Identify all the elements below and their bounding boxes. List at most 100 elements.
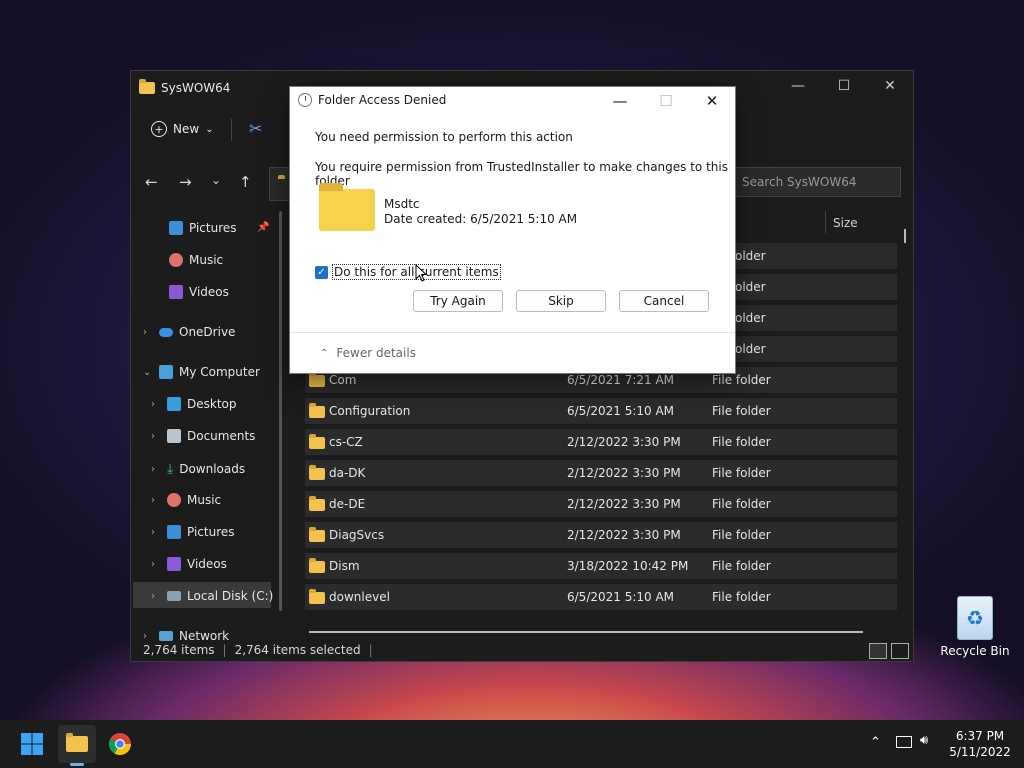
nav-item-videos[interactable]: › Videos xyxy=(151,557,227,571)
table-row[interactable]: Configuration 6/5/2021 5:10 AM File fold… xyxy=(305,398,897,424)
nav-item-music[interactable]: Music xyxy=(169,253,223,267)
taskbar-file-explorer[interactable] xyxy=(58,725,96,763)
row-type: File folder xyxy=(712,466,771,480)
volume-icon[interactable]: 🔊︎ xyxy=(920,733,928,748)
large-icons-view-icon[interactable] xyxy=(891,643,909,659)
nav-scrollbar[interactable] xyxy=(279,211,282,611)
computer-icon xyxy=(159,365,173,379)
cut-icon[interactable]: ✂ xyxy=(249,119,262,138)
nav-item-my-computer[interactable]: ⌄ My Computer xyxy=(143,365,260,379)
chevron-down-icon[interactable]: ⌄ xyxy=(143,367,153,378)
row-type: File folder xyxy=(712,528,771,542)
start-button[interactable] xyxy=(16,728,48,760)
content-scrollbar[interactable] xyxy=(904,229,906,243)
nav-label: Videos xyxy=(189,285,229,299)
row-type: older xyxy=(735,249,766,263)
recent-chevron-icon[interactable]: ⌄ xyxy=(211,173,221,187)
fewer-details-toggle[interactable]: ⌃ Fewer details xyxy=(320,346,416,360)
table-row[interactable]: de-DE 2/12/2022 3:30 PM File folder xyxy=(305,491,897,517)
chevron-right-icon[interactable]: › xyxy=(151,495,161,506)
chevron-right-icon[interactable]: › xyxy=(151,527,161,538)
pin-icon[interactable]: 📌 xyxy=(257,222,269,233)
folder-icon xyxy=(309,434,325,449)
folder-icon xyxy=(66,733,88,752)
nav-item-downloads[interactable]: › ⤓ Downloads xyxy=(151,461,245,477)
maximize-button[interactable]: ☐ xyxy=(821,71,867,101)
nav-item-documents[interactable]: › Documents xyxy=(151,429,255,443)
item-date-created: Date created: 6/5/2021 5:10 AM xyxy=(384,212,578,226)
row-date: 3/18/2022 10:42 PM xyxy=(567,559,689,573)
folder-icon xyxy=(309,403,325,418)
chevron-right-icon[interactable]: › xyxy=(151,399,161,410)
window-title-bar: SysWOW64 xyxy=(139,78,230,98)
row-type: File folder xyxy=(712,404,771,418)
disk-icon xyxy=(167,591,181,601)
chevron-right-icon[interactable]: › xyxy=(143,631,153,642)
close-button[interactable]: ✕ xyxy=(867,71,913,101)
nav-item-desktop[interactable]: › Desktop xyxy=(151,397,237,411)
nav-item-network[interactable]: › Network xyxy=(143,629,229,643)
status-selected-count: 2,764 items selected xyxy=(234,643,361,657)
taskbar-chrome[interactable] xyxy=(104,728,136,760)
toolbar-divider xyxy=(231,119,232,141)
fewer-details-label: Fewer details xyxy=(336,346,416,360)
clock-icon xyxy=(298,93,312,107)
chevron-right-icon[interactable]: › xyxy=(151,559,161,570)
try-again-button[interactable]: Try Again xyxy=(413,290,503,312)
row-date: 2/12/2022 3:30 PM xyxy=(567,528,681,542)
table-row[interactable]: da-DK 2/12/2022 3:30 PM File folder xyxy=(305,460,897,486)
show-hidden-icons-chevron-icon[interactable]: ⌃ xyxy=(870,735,881,750)
chevron-right-icon[interactable]: › xyxy=(151,431,161,442)
videos-icon xyxy=(169,285,183,299)
dialog-window-controls: — ☐ ✕ xyxy=(597,87,735,115)
nav-label: Pictures xyxy=(187,525,235,539)
plus-icon: + xyxy=(151,121,167,137)
nav-label: Documents xyxy=(187,429,256,443)
minimize-button[interactable]: — xyxy=(775,71,821,101)
dialog-minimize-button[interactable]: — xyxy=(597,87,643,115)
chevron-right-icon[interactable]: › xyxy=(143,327,153,338)
nav-item-videos[interactable]: Videos xyxy=(169,285,229,299)
row-name: Dism xyxy=(329,559,360,573)
skip-button[interactable]: Skip xyxy=(516,290,606,312)
up-arrow-icon[interactable]: ↑ xyxy=(239,173,252,191)
column-header-size[interactable]: Size xyxy=(833,216,858,230)
recycle-bin[interactable]: ♻ Recycle Bin xyxy=(940,596,1010,658)
nav-item-pictures[interactable]: Pictures xyxy=(169,221,237,235)
dialog-title: Folder Access Denied xyxy=(318,93,447,107)
row-type: older xyxy=(735,280,766,294)
nav-item-pictures[interactable]: › Pictures xyxy=(151,525,235,539)
row-date: 6/5/2021 5:10 AM xyxy=(567,590,675,604)
network-status-icon[interactable] xyxy=(896,736,912,748)
table-row[interactable]: cs-CZ 2/12/2022 3:30 PM File folder xyxy=(305,429,897,455)
details-view-icon[interactable] xyxy=(869,643,887,659)
table-row[interactable]: Dism 3/18/2022 10:42 PM File folder xyxy=(305,553,897,579)
row-type: File folder xyxy=(712,373,771,387)
dialog-detail-message: You require permission from TrustedInsta… xyxy=(315,160,728,188)
chevron-right-icon[interactable]: › xyxy=(151,464,161,475)
new-button[interactable]: + New ⌄ xyxy=(151,121,214,137)
dialog-close-button[interactable]: ✕ xyxy=(689,87,735,115)
address-bar[interactable] xyxy=(269,167,290,201)
clock-date: 5/11/2022 xyxy=(949,745,1011,759)
cancel-button[interactable]: Cancel xyxy=(619,290,709,312)
row-name: de-DE xyxy=(329,497,366,511)
back-arrow-icon[interactable]: ← xyxy=(145,173,158,191)
nav-label: OneDrive xyxy=(179,325,236,339)
nav-item-onedrive[interactable]: › OneDrive xyxy=(143,325,235,339)
nav-item-music[interactable]: › Music xyxy=(151,493,221,507)
nav-item-local-disk[interactable]: › Local Disk (C:) xyxy=(151,589,273,603)
chevron-right-icon[interactable]: › xyxy=(151,591,161,602)
horizontal-scrollbar[interactable] xyxy=(309,631,863,633)
folder-icon xyxy=(309,589,325,604)
taskbar-clock[interactable]: 6:37 PM 5/11/2022 xyxy=(940,728,1020,760)
search-input[interactable]: Search SysWOW64 xyxy=(731,167,901,197)
table-row[interactable]: DiagSvcs 2/12/2022 3:30 PM File folder xyxy=(305,522,897,548)
forward-arrow-icon[interactable]: → xyxy=(179,173,192,191)
folder-icon xyxy=(309,527,325,542)
do-for-all-checkbox[interactable]: ✓ xyxy=(315,266,328,279)
downloads-icon: ⤓ xyxy=(167,461,174,477)
table-row[interactable]: downlevel 6/5/2021 5:10 AM File folder xyxy=(305,584,897,610)
folder-access-denied-dialog: Folder Access Denied — ☐ ✕ You need perm… xyxy=(289,86,736,374)
chrome-icon xyxy=(109,733,131,755)
